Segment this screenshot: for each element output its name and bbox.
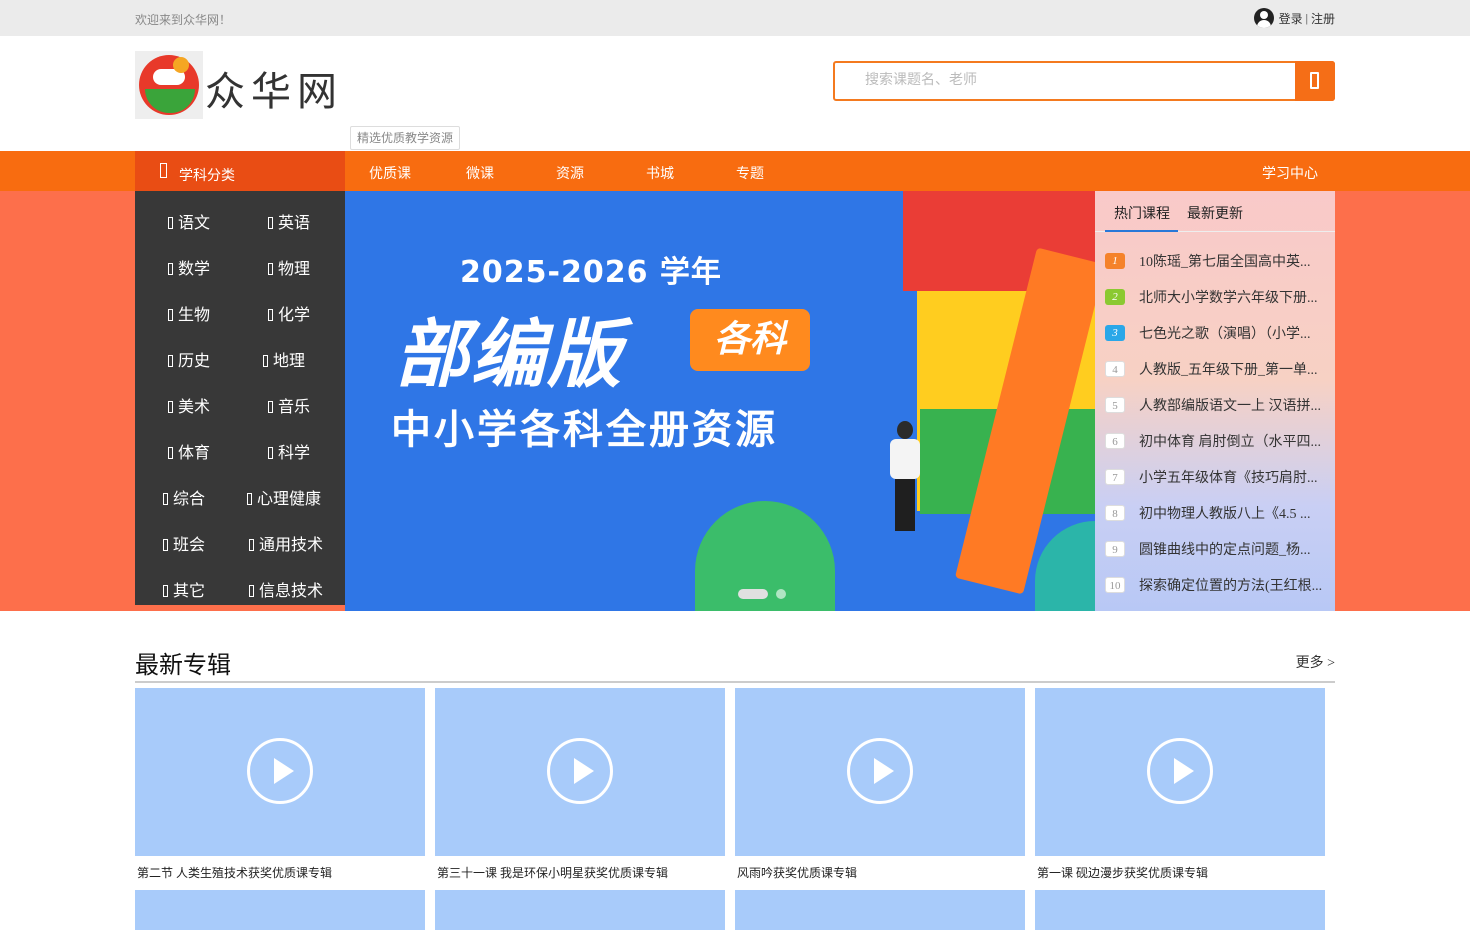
tab-latest-updates[interactable]: 最新更新 [1187,203,1243,223]
subject-item[interactable]: 物理 [268,255,310,279]
nav-item-topics[interactable]: 专题 [736,163,764,183]
album-card[interactable]: 第三十一课 我是环保小明星获奖优质课专辑 [435,688,725,883]
main-nav: 学科分类 优质课 微课 资源 书城 专题 学习中心 [0,151,1470,191]
play-icon[interactable] [847,738,913,804]
subject-item[interactable]: 生物 [168,301,210,325]
tab-hot-courses[interactable]: 热门课程 [1114,203,1170,223]
album-title[interactable]: 风雨吟获奖优质课专辑 [737,864,857,881]
logo-mark-icon [135,51,203,119]
subject-item[interactable]: 英语 [268,209,310,233]
carousel-dot[interactable] [776,589,786,599]
login-link[interactable]: 登录 [1279,10,1303,27]
subject-item[interactable]: 通用技术 [249,531,323,555]
album-title[interactable]: 第三十一课 我是环保小明星获奖优质课专辑 [437,864,668,881]
album-thumbnail-row2[interactable] [135,890,425,930]
album-card[interactable]: 风雨吟获奖优质课专辑 [735,688,1025,883]
search-icon [1310,72,1319,89]
more-link[interactable]: 更多 > [1296,652,1335,672]
search-box [833,61,1335,101]
site-logo[interactable]: 众华网 [135,51,350,121]
hot-courses-panel: 热门课程 最新更新 1 10陈瑶_第七届全国高中英... 2 北师大小学数学六年级下… [1095,191,1335,611]
nav-item-resources[interactable]: 资源 [556,163,584,183]
banner-tag: 各科 [690,309,810,371]
category-header[interactable]: 学科分类 [135,151,345,191]
tab-underline [1105,230,1178,232]
album-thumbnail[interactable] [735,688,1025,856]
album-title[interactable]: 第一课 砚边漫步获奖优质课专辑 [1037,864,1208,881]
subject-item[interactable]: 综合 [163,485,205,509]
section-title: 最新专辑 [135,653,231,679]
hot-tabs: 热门课程 最新更新 [1095,191,1335,232]
carousel-dot-active[interactable] [738,589,768,599]
subject-item[interactable]: 科学 [268,439,310,463]
play-icon[interactable] [1147,738,1213,804]
category-label: 学科分类 [179,169,235,184]
subject-item[interactable]: 信息技术 [249,577,323,601]
user-icon[interactable] [1253,8,1274,28]
hot-item[interactable]: 3 七色光之歌（演唱）（小学... [1105,323,1331,343]
logo-text: 众华网 [205,69,343,115]
nav-item-bookstore[interactable]: 书城 [646,163,674,183]
welcome-text: 欢迎来到众华网！ [135,13,232,27]
user-box: 登录 | 注册 [1253,7,1335,29]
subject-item[interactable]: 地理 [263,347,305,371]
album-thumbnail-row2[interactable] [735,890,1025,930]
search-input[interactable] [847,63,1287,99]
register-link[interactable]: 注册 [1311,10,1335,27]
hero-banner[interactable]: 2025-2026 学年 部编版 各科 中小学各科全册资源 [345,191,1095,611]
top-bar: 欢迎来到众华网！ 登录 | 注册 [0,0,1470,36]
album-card[interactable]: 第二节 人类生殖技术获奖优质课专辑 [135,688,425,883]
divider: | [1305,10,1308,25]
play-icon[interactable] [547,738,613,804]
album-thumbnail-row2[interactable] [435,890,725,930]
hot-item[interactable]: 10 探索确定位置的方法(王红根... [1105,575,1331,595]
person-illustration [885,421,925,531]
carousel-dots [738,589,786,599]
banner-year: 2025-2026 学年 [460,255,722,290]
slogan-badge: 精选优质教学资源 [350,126,461,150]
subject-item[interactable]: 美术 [168,393,210,417]
subject-item[interactable]: 数学 [168,255,210,279]
hot-item[interactable]: 5 人教部编版语文一上 汉语拼... [1105,395,1331,415]
album-thumbnail[interactable] [1035,688,1325,856]
subject-item[interactable]: 历史 [168,347,210,371]
hot-item[interactable]: 1 10陈瑶_第七届全国高中英... [1105,251,1331,271]
hot-item[interactable]: 9 圆锥曲线中的定点问题_杨... [1105,539,1331,559]
hot-item[interactable]: 2 北师大小学数学六年级下册... [1105,287,1331,307]
subject-item[interactable]: 音乐 [268,393,310,417]
hot-item[interactable]: 4 人教版_五年级下册_第一单... [1105,359,1331,379]
search-button[interactable] [1295,61,1335,101]
album-thumbnail[interactable] [435,688,725,856]
subject-item[interactable]: 其它 [163,577,205,601]
menu-icon [160,163,167,178]
banner-title: 部编版 [395,312,623,398]
banner-zone: 语文 英语 数学 物理 生物 化学 历史 地理 美术 音乐 体育 科学 综合 心… [0,191,1470,611]
subject-item[interactable]: 心理健康 [247,485,321,509]
nav-item-learning-center[interactable]: 学习中心 [1262,163,1318,183]
hot-item[interactable]: 8 初中物理人教版八上《4.5 ... [1105,503,1331,523]
section-divider [135,681,1335,683]
album-card[interactable]: 第一课 砚边漫步获奖优质课专辑 [1035,688,1325,883]
subject-item[interactable]: 体育 [168,439,210,463]
hot-item[interactable]: 7 小学五年级体育《技巧肩肘... [1105,467,1331,487]
hot-item[interactable]: 6 初中体育 肩肘倒立（水平四... [1105,431,1331,451]
banner-subtitle: 中小学各科全册资源 [391,407,778,453]
album-thumbnail[interactable] [135,688,425,856]
subject-item[interactable]: 语文 [168,209,210,233]
album-thumbnail-row2[interactable] [1035,890,1325,930]
album-title[interactable]: 第二节 人类生殖技术获奖优质课专辑 [137,864,332,881]
play-icon[interactable] [247,738,313,804]
subject-item[interactable]: 班会 [163,531,205,555]
nav-item-quality-class[interactable]: 优质课 [369,163,411,183]
subject-menu: 语文 英语 数学 物理 生物 化学 历史 地理 美术 音乐 体育 科学 综合 心… [135,191,345,605]
nav-item-micro-class[interactable]: 微课 [466,163,494,183]
subject-item[interactable]: 化学 [268,301,310,325]
